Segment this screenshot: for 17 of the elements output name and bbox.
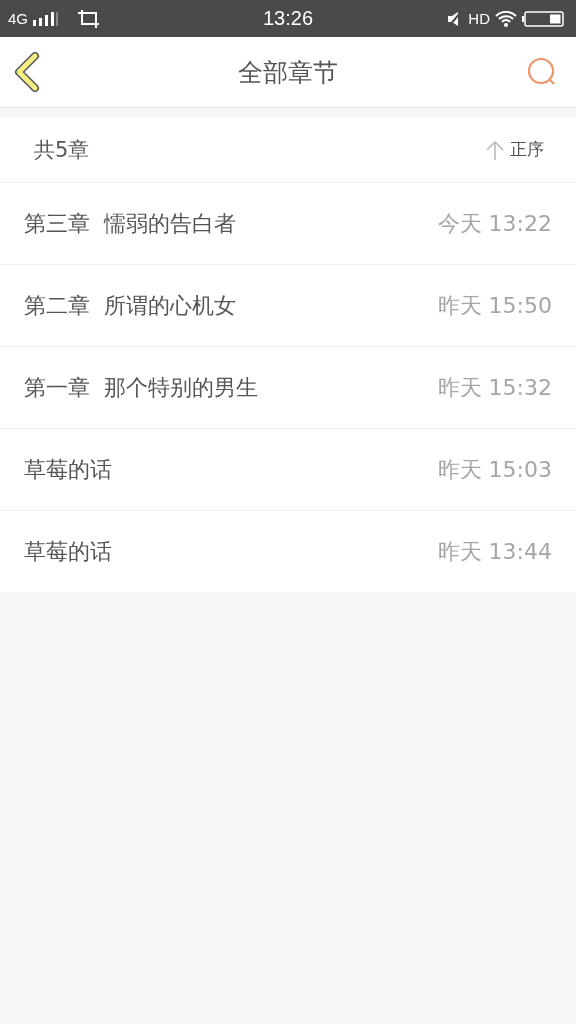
screenshot-icon xyxy=(78,9,100,28)
chapter-item[interactable]: 草莓的话 昨天 15:03 xyxy=(0,429,576,511)
network-type: 4G xyxy=(8,10,28,27)
chapter-item[interactable]: 第一章 那个特别的男生 昨天 15:32 xyxy=(0,347,576,429)
battery-icon xyxy=(522,10,564,27)
chapter-count: 共5章 xyxy=(34,136,90,164)
chapter-item[interactable]: 第二章 所谓的心机女 昨天 15:50 xyxy=(0,265,576,347)
clock: 13:26 xyxy=(262,7,314,30)
sort-button[interactable]: 正序 xyxy=(486,138,544,161)
wifi-icon xyxy=(495,10,517,27)
page-title: 全部章节 xyxy=(238,56,338,89)
chapter-item[interactable]: 草莓的话 昨天 13:44 xyxy=(0,511,576,592)
chapter-item[interactable]: 第三章 懦弱的告白者 今天 13:22 xyxy=(0,183,576,265)
up-arrow-icon xyxy=(486,139,504,160)
back-button[interactable] xyxy=(14,52,40,92)
hd-label: HD xyxy=(468,10,490,27)
signal-icon xyxy=(33,11,59,26)
